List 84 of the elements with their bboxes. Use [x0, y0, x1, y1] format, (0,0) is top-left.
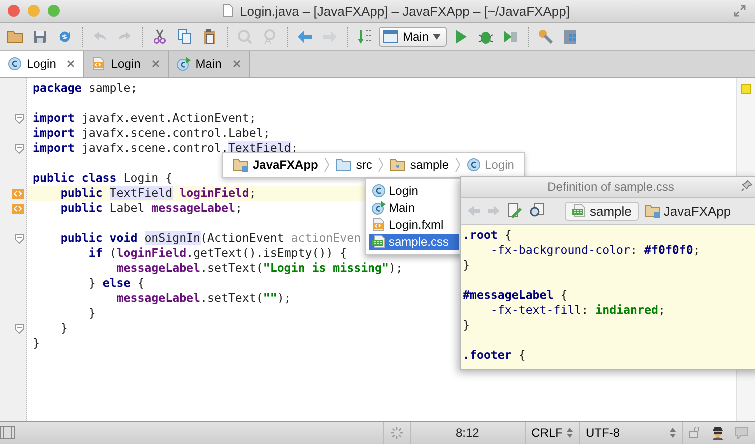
- class-icon: [372, 184, 386, 198]
- code-line: if (loginField.getText().isEmpty()) {: [88, 246, 348, 260]
- find-usages-icon: [529, 203, 545, 219]
- code-line: .footer {: [463, 348, 526, 362]
- class-icon: [467, 158, 482, 172]
- code-line: }: [60, 321, 68, 335]
- back-arrow-icon: [467, 204, 481, 218]
- editor-tab[interactable]: Main: [168, 51, 250, 77]
- window-control-button[interactable]: [8, 5, 20, 17]
- edit-source-icon: [507, 203, 523, 219]
- fxml-file-icon: [92, 57, 106, 71]
- fold-marker-icon: [15, 114, 24, 124]
- code-line: public void onSignIn(ActionEvent actionEven: [60, 231, 362, 245]
- lock-icon: [689, 427, 701, 439]
- comment-icon: [735, 427, 749, 439]
- chevron-icon: [324, 157, 330, 173]
- fold-marker-icon: [15, 234, 24, 244]
- code-line: -fx-background-color: #f0f0f0;: [490, 243, 700, 257]
- breadcrumb-item[interactable]: Login: [465, 158, 516, 172]
- folder-icon: [336, 158, 352, 172]
- code-line: messageLabel.setText("");: [116, 291, 292, 305]
- css-file-icon: [572, 204, 586, 218]
- document-icon: [223, 4, 234, 18]
- implemented-marker-icon: [12, 188, 24, 198]
- module-folder-icon: [644, 204, 661, 218]
- code-line: }: [463, 258, 470, 272]
- chevron-icon: [378, 157, 384, 173]
- editor-tab[interactable]: Login: [0, 51, 84, 77]
- implemented-marker-icon: [12, 204, 24, 214]
- warning-marker-icon[interactable]: [741, 84, 751, 94]
- window-icon: [383, 30, 399, 44]
- close-icon: [67, 60, 76, 68]
- breadcrumb-item[interactable]: sample: [388, 158, 452, 172]
- css-file-icon: [372, 235, 386, 249]
- module-chip[interactable]: JavaFXApp: [644, 204, 732, 218]
- class-icon: [8, 57, 22, 71]
- inspector-icon: [711, 426, 725, 440]
- dropdown-caret-icon: [433, 34, 442, 40]
- progress-spinner-icon: [390, 426, 404, 440]
- code-line: import javafx.event.ActionEvent;: [33, 111, 256, 125]
- class-run-icon: [176, 57, 191, 71]
- file-list-item[interactable]: Main: [369, 200, 459, 216]
- close-icon: [152, 60, 160, 68]
- module-folder-icon: [233, 158, 249, 172]
- code-line: }: [88, 306, 96, 320]
- code-line: messageLabel.setText("Login is missing");: [116, 261, 403, 275]
- fold-marker-icon: [15, 324, 24, 334]
- encoding-selector[interactable]: UTF-8: [586, 426, 676, 440]
- code-line: }: [463, 318, 470, 332]
- updown-icon: [567, 428, 573, 438]
- updown-icon: [670, 428, 676, 438]
- file-list-item[interactable]: Login: [369, 183, 459, 199]
- forward-arrow-icon: [487, 204, 501, 218]
- caret-position[interactable]: 8:12: [456, 426, 480, 440]
- line-separator-selector[interactable]: CRLF: [532, 426, 573, 440]
- package-folder-icon: [390, 158, 406, 172]
- window-control-button[interactable]: [28, 5, 40, 17]
- file-list-item[interactable]: sample.css: [369, 234, 459, 250]
- code-line: public Label messageLabel;: [60, 201, 242, 215]
- fullscreen-icon: [733, 4, 747, 18]
- run-configuration-dropdown[interactable]: Main: [379, 26, 448, 46]
- breadcrumb-item[interactable]: JavaFXApp: [231, 158, 320, 172]
- close-icon: [232, 60, 241, 68]
- code-line: }: [33, 336, 40, 350]
- file-chip[interactable]: sample: [565, 202, 639, 220]
- editor-tab[interactable]: Login: [84, 51, 169, 77]
- fold-marker-icon: [15, 144, 24, 154]
- code-line: .root {: [463, 228, 512, 242]
- code-line: -fx-text-fill: indianred;: [490, 303, 666, 317]
- window-control-button[interactable]: [48, 5, 60, 17]
- popup-title: Definition of sample.css: [548, 180, 674, 194]
- breadcrumb-item[interactable]: src: [334, 158, 374, 172]
- class-run-icon: [372, 201, 386, 215]
- file-list-item[interactable]: Login.fxml: [369, 217, 459, 233]
- code-line: public class Login {: [33, 171, 173, 185]
- code-line: package sample;: [33, 81, 138, 95]
- code-line: public TextField loginField;: [60, 186, 256, 200]
- tool-window-icon: [0, 426, 16, 440]
- code-line: #messageLabel {: [463, 288, 568, 302]
- chevron-icon: [455, 157, 462, 173]
- code-line: } else {: [88, 276, 145, 290]
- fxml-file-icon: [372, 218, 386, 232]
- code-line: import javafx.scene.control.Label;: [33, 126, 270, 140]
- window-title: Login.java – [JavaFXApp] – JavaFXApp – [~/JavaFXApp]: [240, 4, 570, 18]
